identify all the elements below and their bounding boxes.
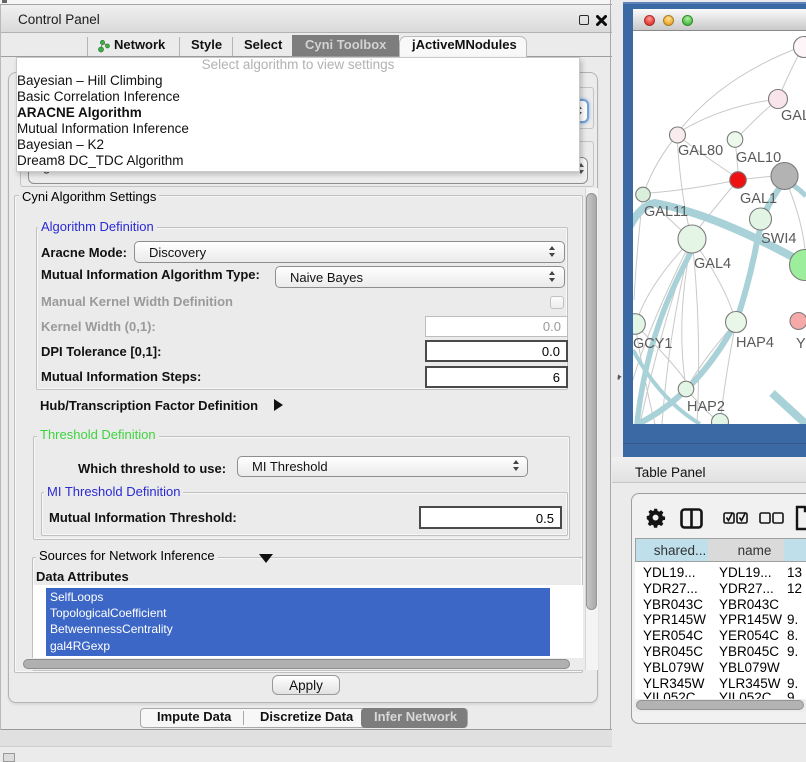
svg-text:GAL1: GAL1 <box>740 191 777 207</box>
svg-text:GAL4: GAL4 <box>694 256 731 272</box>
svg-text:GAL11: GAL11 <box>644 204 688 220</box>
svg-text:GAL80: GAL80 <box>678 143 723 159</box>
svg-text:GAL10: GAL10 <box>736 150 781 166</box>
svg-text:GCY1: GCY1 <box>633 336 673 352</box>
svg-text:HAP4: HAP4 <box>736 335 774 351</box>
svg-text:GAL: GAL <box>781 108 806 124</box>
svg-text:HAP2: HAP2 <box>687 399 725 415</box>
svg-text:SWI4: SWI4 <box>761 231 796 247</box>
svg-text:Y: Y <box>796 336 806 352</box>
